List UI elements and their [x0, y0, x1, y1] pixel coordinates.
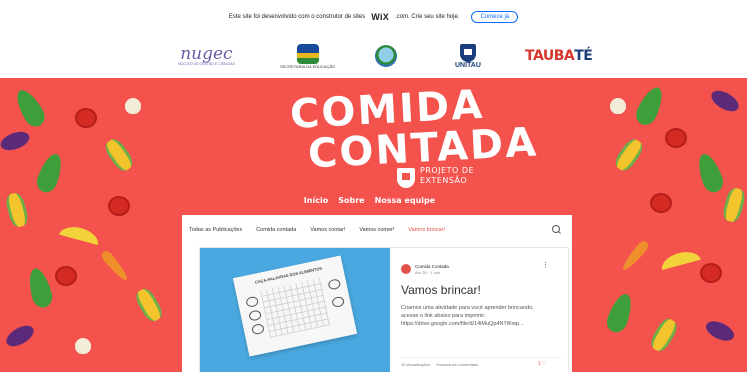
tomato-icon	[665, 128, 687, 148]
tab-vamos-brincar[interactable]: Vamos brincar!	[408, 227, 445, 233]
nugec-wordmark: nugec	[180, 44, 233, 64]
hero-banner: COMIDA CONTADA PROJETO DE EXTENSÃO Iníci…	[0, 78, 747, 372]
corn-icon	[101, 135, 137, 175]
post-footer: 10 visualizações Escreva um comentário	[401, 357, 561, 367]
project-line-2: EXTENSÃO	[420, 176, 468, 185]
partner-logos: nugec NÚCLEO DE GESTÃO E CIÊNCIAS SECRET…	[0, 34, 747, 78]
taubate-wordmark: TAUBATÉ	[525, 48, 593, 64]
post-date: Abr 20 · 1 min	[415, 270, 441, 275]
taubate-part-1: TAUBA	[525, 48, 575, 64]
eggplant-icon	[3, 321, 37, 351]
tab-all-posts[interactable]: Todas as Publicações	[189, 227, 242, 233]
banana-icon	[59, 223, 101, 245]
post-title[interactable]: Vamos brincar!	[401, 283, 481, 297]
garlic-icon	[75, 338, 91, 354]
main-nav: Início Sobre Nossa equipe	[0, 196, 743, 205]
eggplant-icon	[708, 86, 742, 116]
shield-icon	[459, 43, 476, 62]
project-label: PROJETO DE EXTENSÃO	[420, 166, 474, 186]
eggplant-icon	[703, 317, 737, 345]
blog-panel: Todas as Publicações Comida contada Vamo…	[182, 215, 572, 372]
eggplant-icon	[0, 128, 32, 154]
carrot-icon	[619, 238, 651, 274]
unitau-mark-icon	[397, 168, 415, 188]
author-avatar[interactable]	[401, 264, 411, 274]
corn-icon	[720, 186, 747, 224]
post-card[interactable]: CAÇA-PALAVRAS DOS ALIMENTOS Comida Conta…	[199, 247, 569, 372]
start-now-button[interactable]: Comece já	[471, 11, 519, 23]
post-excerpt: Criamos uma atividade para você aprender…	[401, 305, 534, 327]
leaf-icon	[33, 150, 67, 196]
nugec-subtitle: NÚCLEO DE GESTÃO E CIÊNCIAS	[178, 62, 235, 66]
unitau-logo[interactable]: UNITAU	[455, 40, 481, 72]
fruit-icon	[327, 278, 342, 291]
post-thumbnail[interactable]: CAÇA-PALAVRAS DOS ALIMENTOS	[200, 248, 390, 372]
garlic-icon	[610, 98, 626, 114]
tab-vamos-contar[interactable]: Vamos contar!	[310, 227, 345, 233]
tomato-icon	[55, 266, 77, 286]
wix-banner-text: Este site foi desenvolvido com o constru…	[228, 14, 366, 20]
fruit-icon	[251, 323, 265, 336]
post-meta: Comida Contada Abr 20 · 1 min	[401, 264, 449, 276]
nav-inicio[interactable]: Início	[304, 196, 328, 205]
unitau-label: UNITAU	[455, 61, 481, 69]
fruit-icon	[248, 309, 263, 322]
wix-banner: Este site foi desenvolvido com o constru…	[0, 0, 747, 35]
taubate-logo[interactable]: TAUBATÉ	[525, 40, 593, 72]
write-comment-link[interactable]: Escreva um comentário	[436, 362, 478, 367]
tomato-icon	[75, 108, 97, 128]
worksheet-image: CAÇA-PALAVRAS DOS ALIMENTOS	[232, 255, 358, 357]
leaf-icon	[603, 290, 637, 336]
site-title: COMIDA CONTADA	[280, 82, 539, 178]
taubate-part-2: TÉ	[574, 48, 593, 64]
globe-icon	[375, 45, 397, 67]
tab-vamos-comer[interactable]: Vamos comer!	[359, 227, 394, 233]
search-icon[interactable]	[552, 225, 560, 233]
wix-logo[interactable]: WiX	[371, 12, 389, 22]
tomato-icon	[700, 263, 722, 283]
corn-icon	[611, 135, 647, 175]
garlic-icon	[125, 98, 141, 114]
leaf-icon	[632, 83, 668, 129]
blog-categories: Todas as Publicações Comida contada Vamo…	[189, 227, 445, 233]
secretaria-logo[interactable]: SECRETARIA DA EDUCAÇÃO	[280, 40, 335, 72]
word-grid	[260, 278, 331, 338]
project-line-1: PROJETO DE	[420, 166, 475, 175]
nav-nossa-equipe[interactable]: Nossa equipe	[375, 196, 436, 205]
corn-icon	[132, 285, 166, 325]
fruit-icon	[331, 295, 346, 309]
nav-sobre[interactable]: Sobre	[338, 196, 364, 205]
tab-comida-contada[interactable]: Comida contada	[256, 227, 296, 233]
secretaria-label: SECRETARIA DA EDUCAÇÃO	[280, 63, 336, 69]
municipal-education-logo[interactable]	[375, 40, 397, 72]
wix-banner-text-2: .com. Crie seu site hoje.	[395, 14, 460, 20]
corn-icon	[647, 315, 681, 355]
like-button[interactable]: 1 ♡	[538, 361, 547, 367]
fruit-icon	[245, 295, 260, 308]
views-count: 10 visualizações	[401, 362, 431, 367]
leaf-icon	[693, 150, 727, 196]
nugec-logo[interactable]: nugec NÚCLEO DE GESTÃO E CIÊNCIAS	[178, 40, 235, 72]
leaf-icon	[11, 85, 49, 131]
crest-icon	[296, 43, 319, 64]
carrot-icon	[99, 248, 131, 284]
more-options-icon[interactable]: ⋮	[542, 262, 549, 272]
leaf-icon	[25, 266, 55, 310]
banana-icon	[659, 248, 701, 270]
